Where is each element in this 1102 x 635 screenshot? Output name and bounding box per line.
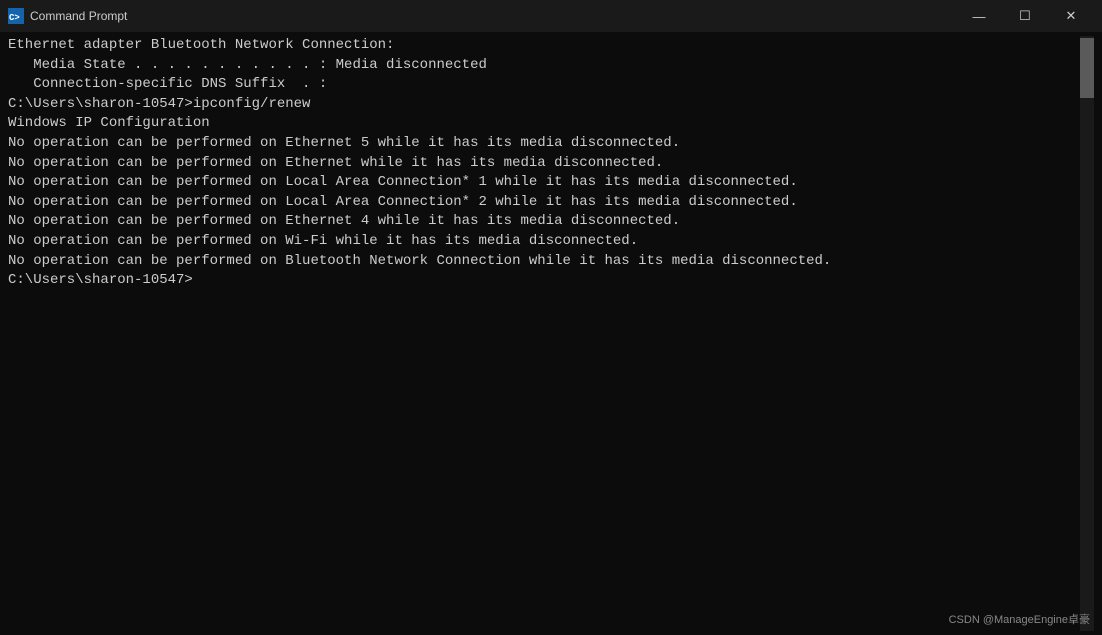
maximize-button[interactable]: ☐: [1002, 0, 1048, 32]
terminal-line: No operation can be performed on Bluetoo…: [8, 252, 1080, 272]
terminal-area[interactable]: Ethernet adapter Bluetooth Network Conne…: [0, 32, 1102, 635]
scrollbar[interactable]: [1080, 36, 1094, 631]
title-bar: C> Command Prompt — ☐ ✕: [0, 0, 1102, 32]
scrollbar-thumb[interactable]: [1080, 38, 1094, 98]
terminal-output: Ethernet adapter Bluetooth Network Conne…: [8, 36, 1080, 631]
window-controls: — ☐ ✕: [956, 0, 1094, 32]
terminal-line: Media State . . . . . . . . . . . : Medi…: [8, 56, 1080, 76]
terminal-line: No operation can be performed on Local A…: [8, 173, 1080, 193]
command-prompt-window: C> Command Prompt — ☐ ✕ Ethernet adapter…: [0, 0, 1102, 635]
terminal-line: No operation can be performed on Etherne…: [8, 212, 1080, 232]
minimize-button[interactable]: —: [956, 0, 1002, 32]
terminal-line: C:\Users\sharon-10547>ipconfig/renew: [8, 95, 1080, 115]
terminal-line: No operation can be performed on Wi-Fi w…: [8, 232, 1080, 252]
app-icon: C>: [8, 8, 24, 24]
terminal-line: No operation can be performed on Local A…: [8, 193, 1080, 213]
terminal-line: No operation can be performed on Etherne…: [8, 134, 1080, 154]
terminal-line: Windows IP Configuration: [8, 114, 1080, 134]
svg-text:C>: C>: [9, 13, 20, 23]
watermark: CSDN @ManageEngine卓豪: [949, 611, 1090, 627]
window-title: Command Prompt: [30, 9, 956, 23]
terminal-line: C:\Users\sharon-10547>: [8, 271, 1080, 291]
terminal-line: No operation can be performed on Etherne…: [8, 154, 1080, 174]
terminal-line: Ethernet adapter Bluetooth Network Conne…: [8, 36, 1080, 56]
terminal-line: Connection-specific DNS Suffix . :: [8, 75, 1080, 95]
close-button[interactable]: ✕: [1048, 0, 1094, 32]
